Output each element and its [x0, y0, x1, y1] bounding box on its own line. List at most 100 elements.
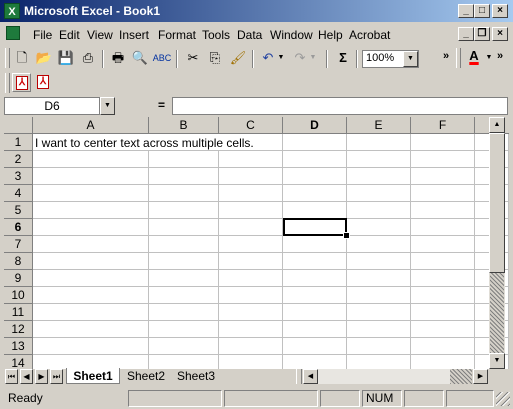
cell[interactable]: [411, 236, 475, 253]
cell[interactable]: [347, 270, 411, 287]
resize-grip-icon[interactable]: [496, 392, 510, 406]
select-all-corner[interactable]: [4, 117, 33, 134]
cell[interactable]: [283, 168, 347, 185]
cell[interactable]: [33, 253, 149, 270]
redo-icon[interactable]: ↷: [290, 48, 310, 68]
cell[interactable]: [149, 304, 219, 321]
cell[interactable]: [219, 202, 283, 219]
row-header-3[interactable]: 3: [4, 168, 33, 185]
cell[interactable]: [33, 185, 149, 202]
row-header-8[interactable]: 8: [4, 253, 33, 270]
cell[interactable]: [347, 151, 411, 168]
scroll-right-icon[interactable]: ▶: [473, 369, 488, 384]
cell[interactable]: [219, 219, 283, 236]
column-header-a[interactable]: A: [33, 117, 149, 134]
cell[interactable]: [149, 270, 219, 287]
worksheet-grid[interactable]: A B C D E F 1 2 3 4 5 6 7 8 9 10 11 12 13 14 I want t…: [4, 117, 509, 369]
menu-edit[interactable]: Edit: [59, 28, 80, 42]
doc-restore-icon[interactable]: ❐: [474, 27, 490, 41]
excel-icon[interactable]: X: [4, 3, 20, 19]
cell[interactable]: [33, 219, 149, 236]
cell[interactable]: [219, 151, 283, 168]
row-header-13[interactable]: 13: [4, 338, 33, 355]
cell[interactable]: [283, 287, 347, 304]
cell[interactable]: [411, 134, 475, 151]
cell[interactable]: [33, 236, 149, 253]
row-header-11[interactable]: 11: [4, 304, 33, 321]
scroll-down-icon[interactable]: ▼: [489, 353, 505, 369]
cell[interactable]: [283, 185, 347, 202]
column-header-d[interactable]: D: [283, 117, 347, 134]
cell[interactable]: [33, 355, 149, 369]
cell[interactable]: [219, 287, 283, 304]
row-header-7[interactable]: 7: [4, 236, 33, 253]
cell[interactable]: [149, 168, 219, 185]
cell[interactable]: [33, 304, 149, 321]
font-color-icon[interactable]: A: [464, 46, 484, 66]
cell[interactable]: [283, 355, 347, 369]
name-box[interactable]: D6: [4, 97, 100, 115]
permission-icon[interactable]: ⎙: [78, 48, 98, 68]
menu-data[interactable]: Data: [237, 28, 262, 42]
cell[interactable]: [33, 151, 149, 168]
cell[interactable]: [283, 304, 347, 321]
new-icon[interactable]: 🗋: [12, 48, 32, 68]
cell[interactable]: [347, 219, 411, 236]
cell[interactable]: [219, 168, 283, 185]
first-sheet-icon[interactable]: ⏮: [5, 369, 18, 384]
scroll-left-icon[interactable]: ◀: [303, 369, 318, 384]
cell[interactable]: [347, 321, 411, 338]
cell[interactable]: [33, 321, 149, 338]
cell[interactable]: [347, 236, 411, 253]
cell[interactable]: [411, 287, 475, 304]
row-header-1[interactable]: 1: [4, 134, 33, 151]
redo-dropdown-icon[interactable]: ▼: [308, 48, 318, 68]
cell[interactable]: [283, 253, 347, 270]
toolbar-grip[interactable]: [456, 48, 461, 68]
fill-handle[interactable]: [343, 232, 350, 239]
cell[interactable]: [219, 355, 283, 369]
cell[interactable]: [347, 134, 411, 151]
cell[interactable]: [347, 355, 411, 369]
menu-help[interactable]: Help: [318, 28, 343, 42]
tab-split-handle[interactable]: [296, 369, 302, 384]
cell[interactable]: [149, 253, 219, 270]
cell[interactable]: [149, 321, 219, 338]
cell[interactable]: [149, 355, 219, 369]
formula-equals[interactable]: =: [158, 98, 165, 112]
doc-close-icon[interactable]: ×: [492, 27, 508, 41]
row-header-2[interactable]: 2: [4, 151, 33, 168]
cell[interactable]: [219, 321, 283, 338]
autosum-icon[interactable]: Σ: [333, 48, 353, 68]
menu-insert[interactable]: Insert: [119, 28, 149, 42]
acrobat-convert-button[interactable]: ⅄: [12, 73, 31, 92]
horizontal-scroll-track[interactable]: [450, 369, 472, 384]
cut-icon[interactable]: ✂: [183, 48, 203, 68]
menu-window[interactable]: Window: [270, 28, 313, 42]
cell[interactable]: [347, 168, 411, 185]
active-cell-d6[interactable]: [283, 218, 347, 236]
cell[interactable]: [411, 168, 475, 185]
cell[interactable]: [283, 338, 347, 355]
undo-icon[interactable]: ↶: [258, 48, 278, 68]
print-icon[interactable]: 🖶: [108, 48, 128, 68]
last-sheet-icon[interactable]: ⏭: [50, 369, 63, 384]
cell[interactable]: [33, 168, 149, 185]
sheet-tab-1[interactable]: Sheet1: [66, 368, 120, 384]
cell[interactable]: [347, 338, 411, 355]
row-header-6[interactable]: 6: [4, 219, 33, 236]
toolbar-grip[interactable]: [5, 73, 10, 93]
open-icon[interactable]: 📂: [34, 48, 54, 68]
cell[interactable]: [33, 202, 149, 219]
cell[interactable]: [411, 202, 475, 219]
cell[interactable]: [347, 253, 411, 270]
cell[interactable]: [347, 185, 411, 202]
doc-minimize-icon[interactable]: _: [458, 27, 474, 41]
cell[interactable]: [347, 287, 411, 304]
cell[interactable]: [219, 236, 283, 253]
workbook-icon[interactable]: [6, 26, 20, 40]
cell[interactable]: [33, 270, 149, 287]
menu-format[interactable]: Format: [158, 28, 196, 42]
scroll-thumb[interactable]: [489, 133, 505, 273]
menu-tools[interactable]: Tools: [202, 28, 230, 42]
